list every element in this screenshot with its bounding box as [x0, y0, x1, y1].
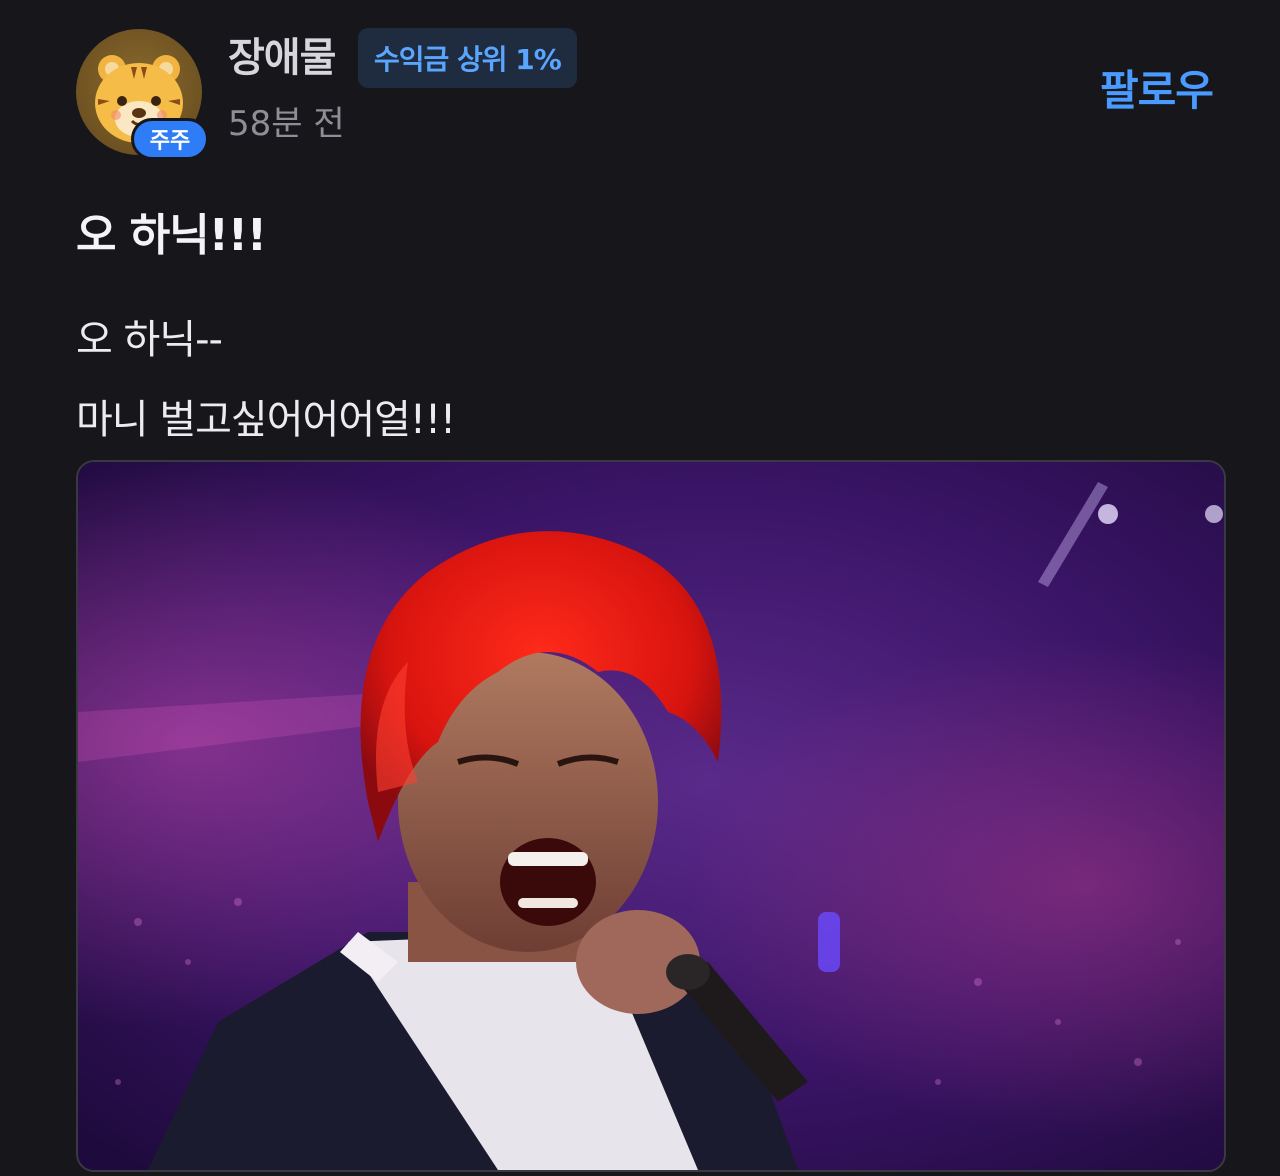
post-title: 오 하닉!!!	[76, 210, 267, 261]
post-screen: 주주 장애물 수익금 상위 1% 58분 전 팔로우 오 하닉!!! 오 하닉-…	[0, 0, 1280, 1176]
singer-with-red-hair-image	[78, 462, 1224, 1170]
post-timestamp: 58분 전	[228, 104, 345, 144]
avatar-badge: 주주	[131, 118, 209, 160]
author-name[interactable]: 장애물	[228, 30, 336, 86]
post-body-line: 오 하닉--	[76, 317, 223, 363]
post-body: 오 하닉-- 마니 벌고싶어어어얼!!!	[76, 300, 456, 460]
post-body-line: 마니 벌고싶어어어얼!!!	[76, 397, 456, 443]
follow-button[interactable]: 팔로우	[1100, 62, 1214, 120]
rank-badge: 수익금 상위 1%	[358, 28, 577, 88]
post-image[interactable]	[76, 460, 1226, 1172]
